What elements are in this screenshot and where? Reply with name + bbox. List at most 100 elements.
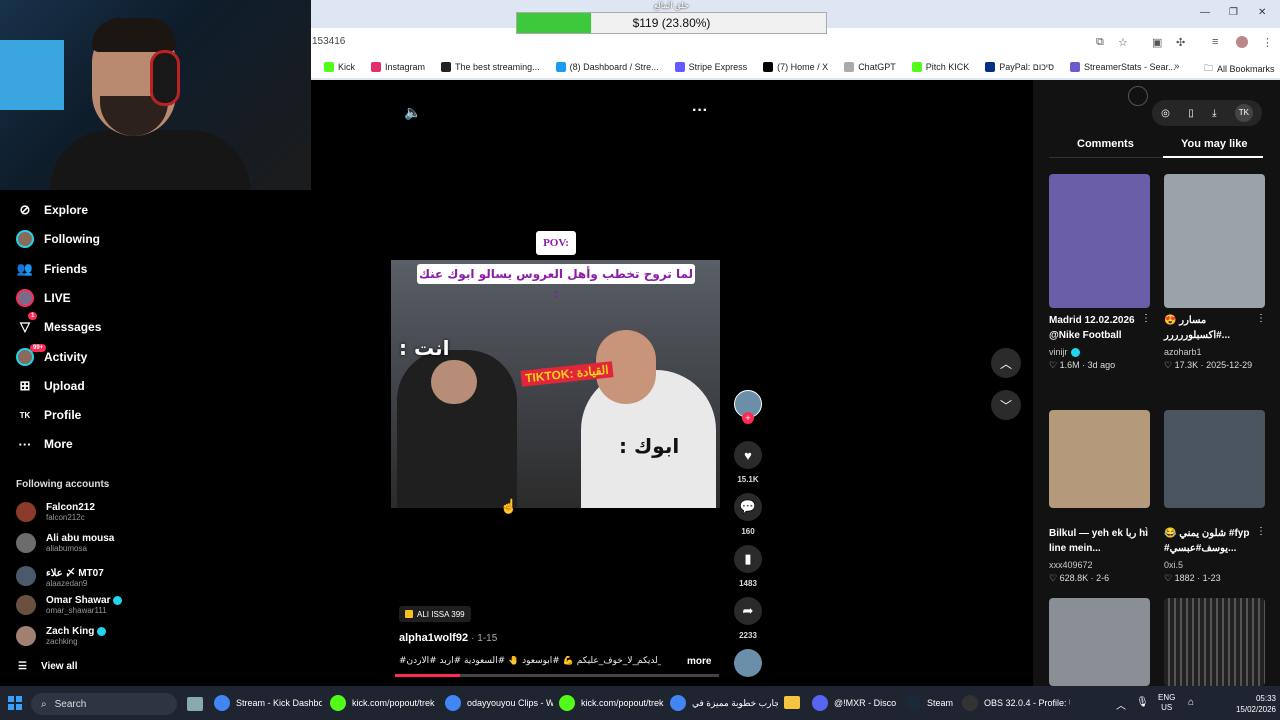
card-more-icon[interactable]: ⋮ (1256, 526, 1266, 537)
sidebar-item-messages[interactable]: ▽ 1 Messages (16, 312, 101, 336)
taskbar-app[interactable]: Stream - Kick Dashboa (214, 692, 322, 714)
taskbar-app[interactable]: @!MXR - Disco (812, 692, 896, 714)
next-video-button[interactable]: ﹀ (991, 390, 1021, 420)
bookmark-item[interactable]: (7) Home / X (763, 62, 828, 72)
phone-icon[interactable]: ▯ (1188, 108, 1194, 119)
following-account[interactable]: Zach King zachking (16, 626, 107, 646)
comment-button[interactable]: 💬 160 (734, 493, 762, 536)
card-more-icon[interactable]: ⋮ (1141, 526, 1151, 537)
sidebar-item-upload[interactable]: ⊞ Upload (16, 377, 85, 395)
taskbar-app[interactable]: kick.com/popout/trek (330, 692, 435, 714)
video-title[interactable]: 😂 شلون يمني #fyp #يوسف#عبسي... (1164, 526, 1268, 556)
all-bookmarks-label: All Bookmarks (1217, 64, 1275, 74)
save-button[interactable]: ▮ 1483 (734, 545, 762, 588)
view-all-link[interactable]: ☰ View all (18, 661, 77, 672)
video-thumbnail[interactable] (1049, 410, 1150, 508)
windows-start-icon[interactable] (8, 696, 22, 710)
media-icon[interactable]: ≡ (1212, 36, 1218, 48)
card-author[interactable]: azoharb1 (1164, 347, 1202, 357)
taskbar-app[interactable]: odayyouyou Clips - W (445, 692, 553, 714)
app-icon[interactable] (187, 697, 203, 711)
creator-avatar-button[interactable]: + (734, 390, 762, 424)
address-bar[interactable]: 153416 (312, 36, 345, 47)
follow-plus-icon[interactable]: + (742, 412, 754, 424)
extension-icon[interactable]: ▣ (1152, 36, 1162, 49)
sidebar-item-more[interactable]: ··· More (16, 435, 73, 453)
clock[interactable]: 05:33 15/02/2026 (1226, 693, 1276, 715)
tiktok-logo-icon[interactable]: TK (1234, 104, 1253, 122)
following-account[interactable]: Omar Shawar omar_shawar111 (16, 595, 123, 615)
minimize-icon[interactable]: — (1200, 7, 1210, 18)
file-explorer-icon[interactable] (784, 696, 800, 709)
bookmark-item[interactable]: PayPal: סיכום (985, 62, 1054, 72)
star-icon[interactable]: ☆ (1118, 36, 1128, 49)
video-title[interactable]: 😍 مسارر #اكسبلوررررر... (1164, 313, 1268, 343)
sponsor-chip[interactable]: ALI ISSA 399 (399, 606, 471, 622)
puzzle-icon[interactable]: ✣ (1176, 36, 1185, 49)
taskbar-app-label: @!MXR - Disco (834, 698, 897, 708)
card-author[interactable]: 0xi.5 (1164, 560, 1183, 570)
network-icon[interactable]: ⌂ (1188, 697, 1194, 708)
more-button[interactable]: more (687, 656, 711, 667)
profile-avatar-icon[interactable] (1236, 36, 1248, 48)
bookmark-item[interactable]: ChatGPT (844, 62, 896, 72)
sidebar-item-following[interactable]: Following (16, 230, 100, 249)
video-thumbnail[interactable] (1164, 174, 1265, 308)
install-icon[interactable]: ⧉ (1096, 36, 1104, 49)
sidebar-item-profile[interactable]: TK Profile (16, 406, 82, 424)
following-account[interactable]: Falcon212 falcon212c (16, 502, 95, 522)
chevron-right-icon[interactable]: » (1174, 61, 1180, 72)
card-author[interactable]: xxx409672 (1049, 560, 1093, 570)
account-name-text: Ali abu mousa (46, 533, 115, 544)
taskbar-app[interactable]: Steam (905, 692, 953, 714)
card-more-icon[interactable]: ⋮ (1141, 313, 1151, 324)
bookmark-item[interactable]: The best streaming... (441, 62, 540, 72)
taskbar-search[interactable]: ⌕ Search (31, 693, 177, 715)
share-button[interactable]: ➦ 2233 (734, 597, 762, 640)
microphone-icon[interactable]: 🎙 (1136, 697, 1149, 708)
bookmark-item[interactable]: Stripe Express (674, 62, 747, 72)
heart-icon: ♡ (1049, 360, 1060, 370)
taskbar-app-label: Steam (927, 698, 954, 708)
bookmark-item[interactable]: StreamerStats - Sear... (1069, 62, 1176, 72)
video-thumbnail[interactable] (1049, 174, 1150, 308)
card-author[interactable]: vinijr (1049, 347, 1080, 358)
following-account[interactable]: علاء 〆 MT07 alaazedan9 (16, 564, 104, 588)
more-options-icon[interactable]: ··· (692, 102, 708, 120)
video-title[interactable]: Bilkul — yeh ek ربا hi line mein... (1049, 526, 1153, 556)
download-icon[interactable]: ⤓ (1212, 108, 1216, 119)
like-button[interactable]: ♥ 15.1K (734, 441, 762, 484)
taskbar-app[interactable]: OBS 32.0.4 - Profile: U (962, 692, 1070, 714)
sidebar-item-friends[interactable]: 👥 Friends (16, 260, 87, 278)
tab-you-may-like[interactable]: You may like (1181, 138, 1247, 150)
sidebar-item-live[interactable]: LIVE (16, 288, 71, 307)
video-title[interactable]: Madrid 12.02.2026 @Nike Football (1049, 313, 1153, 343)
video-progress[interactable] (395, 674, 719, 677)
thumbnail-partial[interactable] (1049, 598, 1150, 686)
previous-video-button[interactable]: ︿ (991, 348, 1021, 378)
card-more-icon[interactable]: ⋮ (1256, 313, 1266, 324)
maximize-icon[interactable]: ❐ (1229, 7, 1238, 18)
volume-icon[interactable]: 🔈 (404, 104, 421, 121)
thumbnail-partial[interactable] (1164, 598, 1265, 686)
taskbar-app[interactable]: تجارب خطوبة مميزة في (670, 692, 778, 714)
tab-comments[interactable]: Comments (1077, 138, 1134, 150)
following-account[interactable]: Ali abu mousa aliabumosa (16, 533, 114, 553)
bookmark-item[interactable]: (8) Dashboard / Stre... (555, 62, 659, 72)
video-frame[interactable]: لما تروح تخطب وأهل العروس يسالو ابوك عنك… (391, 260, 720, 508)
speed-icon[interactable]: ◎ (1161, 108, 1170, 119)
bookmark-item[interactable]: Instagram (371, 62, 425, 72)
all-bookmarks[interactable]: 🗀 All Bookmarks (1204, 61, 1275, 77)
bookmark-item[interactable]: Kick (324, 62, 355, 72)
video-thumbnail[interactable] (1164, 410, 1265, 508)
language-indicator[interactable]: ENG US (1158, 693, 1175, 713)
menu-icon[interactable]: ⋮ (1262, 36, 1273, 49)
sidebar-item-explore[interactable]: ⊘ Explore (16, 201, 88, 219)
bookmark-item[interactable]: Pitch KICK (911, 62, 969, 72)
taskbar-app[interactable]: kick.com/popout/trek (559, 692, 664, 714)
chevron-up-icon[interactable]: ︿ (1116, 697, 1126, 712)
sidebar-item-activity[interactable]: 99+ Activity (16, 343, 87, 366)
video-author[interactable]: alpha1wolf92 · 1-15 (399, 632, 497, 644)
close-icon[interactable]: ✕ (1258, 7, 1266, 18)
music-disc-button[interactable] (734, 649, 762, 677)
